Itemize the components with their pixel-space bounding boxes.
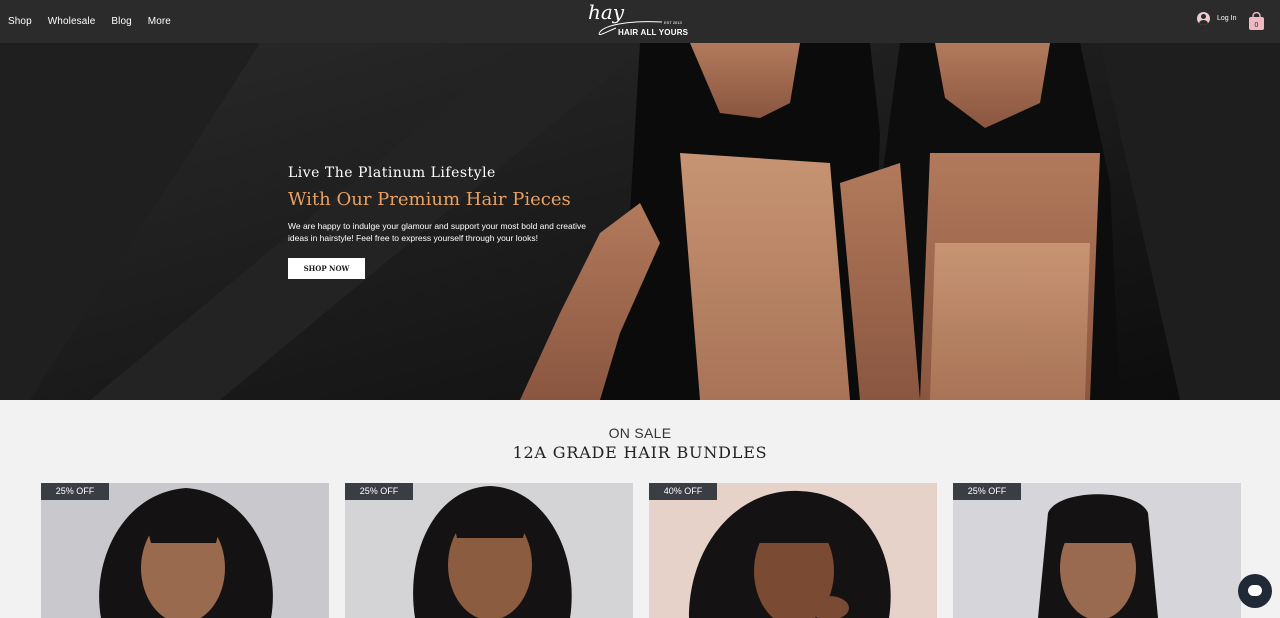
site-header: Shop Wholesale Blog More hay EST 2013 HA…	[0, 0, 1280, 43]
product-card[interactable]: 25% OFF	[953, 483, 1241, 618]
section-subtitle: ON SALE	[608, 425, 672, 441]
nav-shop[interactable]: Shop	[8, 16, 32, 27]
product-image	[41, 483, 329, 618]
product-card[interactable]: 40% OFF	[649, 483, 937, 618]
nav-wholesale[interactable]: Wholesale	[48, 16, 96, 27]
nav-blog[interactable]: Blog	[111, 16, 131, 27]
cart-count: 0	[1255, 22, 1259, 29]
hero-image	[0, 43, 1280, 400]
hero-title: With Our Premium Hair Pieces	[288, 189, 571, 210]
discount-badge: 25% OFF	[41, 483, 109, 500]
shopping-bag-icon: 0	[1249, 11, 1264, 30]
logo-est: EST 2013	[664, 20, 682, 25]
cart-button[interactable]: 0	[1248, 11, 1265, 31]
product-card[interactable]: 25% OFF	[41, 483, 329, 618]
product-image	[345, 483, 633, 618]
nav-more[interactable]: More	[148, 16, 171, 27]
user-avatar-icon	[1197, 12, 1210, 25]
discount-badge: 25% OFF	[953, 483, 1021, 500]
discount-badge: 40% OFF	[649, 483, 717, 500]
main-nav: Shop Wholesale Blog More	[8, 0, 171, 43]
logo-script: hay	[588, 0, 625, 24]
logo-brand: HAIR ALL YOURS	[618, 28, 689, 37]
product-image	[953, 483, 1241, 618]
login-label: Log In	[1217, 15, 1237, 22]
product-card[interactable]: 25% OFF	[345, 483, 633, 618]
hero-copy: Live The Platinum Lifestyle With Our Pre…	[288, 165, 608, 244]
product-image	[649, 483, 937, 618]
site-logo[interactable]: hay EST 2013 HAIR ALL YOURS	[586, 0, 690, 40]
hero-kicker: Live The Platinum Lifestyle	[288, 165, 496, 181]
chat-icon[interactable]	[1238, 574, 1272, 608]
hero-banner: Live The Platinum Lifestyle With Our Pre…	[0, 43, 1280, 400]
section-title: 12A GRADE HAIR BUNDLES	[512, 443, 768, 462]
hero-description: We are happy to indulge your glamour and…	[288, 221, 586, 243]
login-button[interactable]: Log In	[1197, 12, 1236, 25]
discount-badge: 25% OFF	[345, 483, 413, 500]
shop-now-button[interactable]: SHOP NOW	[288, 258, 365, 279]
